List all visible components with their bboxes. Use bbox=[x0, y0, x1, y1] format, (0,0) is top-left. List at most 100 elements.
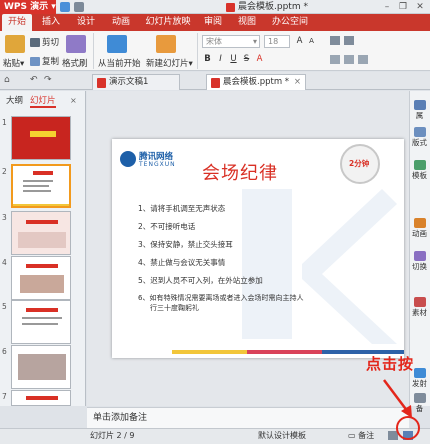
design-template-label: 默认设计模板 bbox=[258, 431, 306, 440]
layout-button[interactable]: 版式 bbox=[410, 127, 429, 147]
menu-home[interactable]: 开始 bbox=[2, 14, 32, 31]
bullets-icon[interactable] bbox=[330, 36, 340, 45]
copy-button[interactable]: 复制 bbox=[30, 55, 59, 67]
menu-design[interactable]: 设计 bbox=[73, 14, 99, 31]
notes-toggle[interactable]: ▭ 备注 bbox=[348, 429, 374, 443]
close-tab-icon[interactable]: × bbox=[294, 75, 301, 90]
cut-button[interactable]: 剪切 bbox=[30, 36, 59, 48]
material-label: 素材 bbox=[412, 308, 427, 317]
menu-slideshow[interactable]: 幻灯片放映 bbox=[143, 14, 193, 31]
tab-slides[interactable]: 幻灯片 bbox=[30, 94, 56, 108]
transition-icon bbox=[413, 251, 426, 261]
menu-view[interactable]: 视图 bbox=[234, 14, 260, 31]
send-icon bbox=[413, 368, 426, 378]
copy-label: 复制 bbox=[42, 57, 60, 67]
thumb-number: 1 bbox=[2, 118, 7, 127]
company-logo-icon bbox=[120, 151, 136, 167]
play-icon[interactable] bbox=[107, 35, 127, 53]
align-center-icon[interactable] bbox=[344, 55, 354, 64]
strikethrough-button[interactable]: S bbox=[241, 54, 252, 65]
print-icon[interactable] bbox=[74, 2, 84, 12]
footer-bar-yellow bbox=[172, 350, 247, 354]
paste-icon[interactable] bbox=[5, 35, 25, 53]
grow-font-icon[interactable]: A bbox=[294, 36, 305, 47]
document-icon bbox=[211, 78, 220, 88]
redo-icon[interactable]: ↷ bbox=[44, 75, 52, 85]
close-icon[interactable]: ✕ bbox=[413, 1, 427, 13]
minimize-icon[interactable]: – bbox=[380, 1, 394, 13]
slide-thumbnail-4[interactable] bbox=[11, 256, 71, 300]
template-label: 模板 bbox=[412, 171, 427, 180]
slide-thumbnail-3[interactable] bbox=[11, 211, 71, 255]
bold-button[interactable]: B bbox=[202, 54, 213, 65]
menu-animation[interactable]: 动画 bbox=[108, 14, 134, 31]
font-name-select[interactable]: 宋体 ▾ bbox=[202, 35, 260, 48]
italic-button[interactable]: I bbox=[215, 54, 226, 65]
layout-icon bbox=[413, 127, 426, 137]
bullet-item-continued: 行三十度鞠躬礼 bbox=[150, 304, 199, 312]
tab-outline[interactable]: 大纲 bbox=[6, 94, 23, 108]
bullet-item: 4、禁止做与会议无关事情 bbox=[138, 258, 226, 267]
current-slide[interactable]: 腾讯网络 TENGXUN 会场纪律 2分钟 1、请将手机调至无声状态 2、不可接… bbox=[112, 139, 404, 358]
slide-thumbnail-7[interactable] bbox=[11, 390, 71, 406]
tab-label: 演示文稿1 bbox=[109, 77, 149, 87]
format-painter-label: 格式刷 bbox=[62, 59, 88, 69]
format-painter-icon[interactable] bbox=[66, 35, 86, 53]
new-slide-label: 新建幻灯片 bbox=[146, 59, 189, 69]
notes-toggle-label: 备注 bbox=[358, 431, 375, 440]
font-color-button[interactable]: A bbox=[254, 54, 265, 65]
format-painter-button[interactable]: 格式刷 bbox=[62, 57, 88, 69]
ribbon-divider bbox=[197, 33, 198, 69]
thumb-image bbox=[18, 354, 66, 380]
thumb-number: 2 bbox=[2, 167, 7, 176]
new-slide-button[interactable]: 新建幻灯片▾ bbox=[146, 57, 193, 69]
new-slide-icon[interactable] bbox=[156, 35, 176, 53]
copy-icon bbox=[30, 57, 40, 66]
menu-insert[interactable]: 插入 bbox=[38, 14, 64, 31]
property-button[interactable]: 属 bbox=[410, 100, 429, 120]
property-label: 属 bbox=[415, 111, 424, 120]
slide-thumbnail-6[interactable] bbox=[11, 345, 71, 389]
thumb-title-bar bbox=[26, 220, 58, 224]
slide-thumbnail-2[interactable] bbox=[11, 164, 71, 208]
material-button[interactable]: 素材 bbox=[410, 297, 429, 317]
play-from-current-button[interactable]: 从当前开始 bbox=[98, 57, 141, 69]
footer-bar-red bbox=[247, 350, 322, 354]
shrink-font-icon[interactable]: A bbox=[306, 36, 317, 47]
slide-thumbnail-1[interactable] bbox=[11, 116, 71, 160]
animation-button[interactable]: 动画 bbox=[410, 218, 429, 238]
font-size-select[interactable]: 18 bbox=[264, 35, 290, 48]
tab-home-icon[interactable]: ⌂ bbox=[4, 75, 10, 85]
font-name-value: 宋体 bbox=[206, 37, 222, 46]
thumb-number: 4 bbox=[2, 258, 7, 267]
bullet-item: 6、如有特殊情况需要离场或者进入会场时需向主持人 bbox=[138, 294, 304, 302]
tab-morning-meeting[interactable]: 晨会模板.pptm * × bbox=[206, 74, 306, 90]
undo-icon[interactable]: ↶ bbox=[30, 75, 38, 85]
template-button[interactable]: 模板 bbox=[410, 160, 429, 180]
cut-label: 剪切 bbox=[42, 38, 60, 48]
align-left-icon[interactable] bbox=[330, 55, 340, 64]
align-right-icon[interactable] bbox=[358, 55, 368, 64]
paste-label: 粘贴 bbox=[3, 59, 21, 69]
slide-thumbnail-5[interactable] bbox=[11, 300, 71, 344]
numbering-icon[interactable] bbox=[344, 36, 354, 45]
tab-presentation-1[interactable]: 演示文稿1 bbox=[92, 74, 180, 90]
thumb-footer-bar bbox=[13, 204, 69, 206]
app-menu-button[interactable]: WPS 演示 ▾ bbox=[0, 0, 56, 14]
window-title: 晨会模板.pptm * bbox=[238, 2, 308, 12]
alarm-clock-icon: 2分钟 bbox=[340, 144, 380, 184]
underline-button[interactable]: U bbox=[228, 54, 239, 65]
paste-button[interactable]: 粘贴▾ bbox=[3, 57, 24, 69]
menu-office-space[interactable]: 办公空间 bbox=[268, 14, 312, 31]
menu-review[interactable]: 审阅 bbox=[200, 14, 226, 31]
notes-input[interactable]: 单击添加备注 bbox=[87, 407, 409, 428]
restore-icon[interactable]: ❐ bbox=[396, 1, 410, 13]
thumb-title-bar bbox=[26, 264, 58, 268]
bullet-item: 5、迟到人员不可入列，在外站立参加 bbox=[138, 276, 263, 285]
close-panel-icon[interactable]: × bbox=[70, 96, 77, 105]
animation-icon bbox=[413, 218, 426, 228]
save-icon[interactable] bbox=[60, 2, 70, 12]
watermark-logo bbox=[242, 189, 397, 344]
transition-button[interactable]: 切换 bbox=[410, 251, 429, 271]
chevron-down-icon: ▾ bbox=[252, 37, 257, 46]
